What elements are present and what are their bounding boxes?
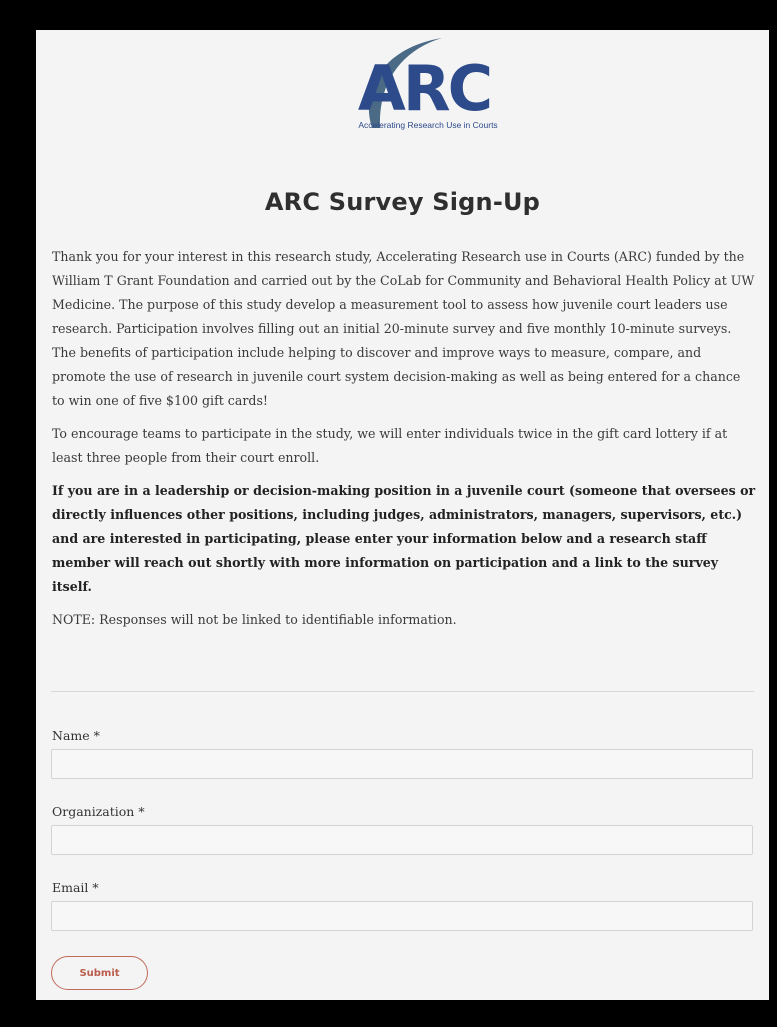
organization-field[interactable] (51, 825, 753, 855)
logo-tagline: Accelerating Research Use in Courts (358, 120, 497, 130)
organization-label: Organization * (52, 804, 145, 819)
email-field[interactable] (51, 901, 753, 931)
intro-text: Thank you for your interest in this rese… (52, 245, 756, 641)
page-title: ARC Survey Sign-Up (264, 188, 541, 216)
intro-paragraph: Thank you for your interest in this rese… (52, 249, 755, 408)
note-paragraph: NOTE: Responses will not be linked to id… (52, 612, 457, 627)
team-paragraph: To encourage teams to participate in the… (52, 426, 728, 465)
submit-button[interactable]: Submit (51, 956, 148, 990)
name-field[interactable] (51, 749, 753, 779)
signup-card: ARC Accelerating Research Use in Courts … (36, 30, 769, 1000)
logo-wordmark: ARC (358, 52, 490, 125)
email-label: Email * (52, 880, 99, 895)
name-label: Name * (52, 728, 100, 743)
arc-logo: ARC Accelerating Research Use in Courts (358, 38, 498, 130)
eligibility-paragraph: If you are in a leadership or decision-m… (52, 483, 756, 594)
section-divider (51, 691, 754, 692)
